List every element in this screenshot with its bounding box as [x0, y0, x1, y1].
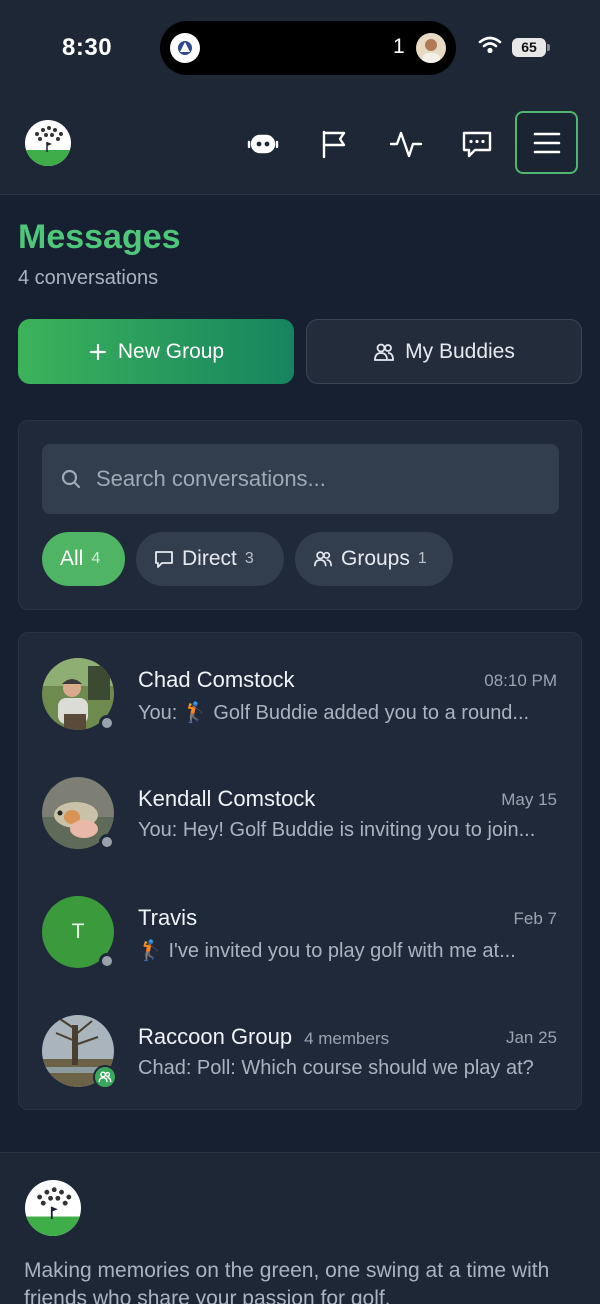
conversation-name: Chad Comstock [138, 667, 295, 692]
presence-dot [99, 834, 115, 850]
filter-direct-label: Direct [182, 547, 237, 570]
filter-direct-chip[interactable]: Direct 3 [136, 532, 284, 586]
filter-direct-count: 3 [244, 550, 254, 567]
member-count: 4 members [304, 1029, 390, 1048]
filter-all-count: 4 [91, 550, 101, 567]
conversation-preview: 🏌 I've invited you to play golf with me … [138, 940, 516, 962]
filter-groups-label: Groups [341, 547, 410, 570]
search-placeholder: Search conversations... [96, 466, 326, 491]
status-bar: 8:30 1 65 [0, 0, 600, 95]
app-icon [170, 33, 200, 63]
search-input[interactable]: Search conversations... [42, 444, 559, 514]
conversation-preview: You: Hey! Golf Buddie is inviting you to… [138, 819, 536, 841]
filter-panel: Search conversations... All 4 Direct 3 G… [18, 420, 582, 610]
activity-icon[interactable] [380, 118, 432, 170]
conversation-name: Raccoon Group 4 members [138, 1024, 390, 1049]
live-activity-count: 1 [393, 35, 405, 58]
my-buddies-label: My Buddies [405, 339, 515, 363]
filter-all-chip[interactable]: All 4 [42, 532, 125, 586]
dynamic-island[interactable]: 1 [160, 21, 456, 75]
conversation-item[interactable]: Raccoon Group 4 members Jan 25 Chad: Poll… [19, 990, 581, 1109]
users-icon [374, 343, 395, 361]
conversation-item[interactable]: Kendall Comstock May 15 You: Hey! Golf B… [19, 752, 581, 871]
conversation-list: Chad Comstock 08:10 PM You: 🏌 Golf Buddi… [18, 632, 582, 1110]
search-icon [61, 469, 81, 489]
chat-icon[interactable] [451, 118, 503, 170]
conversation-name: Travis [138, 905, 198, 930]
new-group-label: New Group [117, 339, 225, 363]
my-buddies-button[interactable]: My Buddies [306, 319, 582, 384]
conversation-name: Kendall Comstock [138, 786, 316, 811]
conversation-item[interactable]: T Travis Feb 7 🏌 I've invited you to pla… [19, 871, 581, 990]
presence-dot [99, 953, 115, 969]
live-activity-avatar [416, 33, 446, 63]
conversation-time: Jan 25 [505, 1028, 557, 1047]
menu-icon [533, 132, 560, 153]
golf-logo-icon[interactable] [25, 120, 71, 166]
robot-icon[interactable] [237, 118, 289, 170]
flag-icon[interactable] [308, 118, 360, 170]
conversation-time: 08:10 PM [484, 671, 557, 690]
menu-button[interactable] [515, 111, 578, 174]
golf-logo-icon [25, 1180, 81, 1236]
conversation-preview: Chad: Poll: Which course should we play … [138, 1057, 534, 1079]
conversation-preview: You: 🏌 Golf Buddie added you to a round.… [138, 702, 530, 724]
group-icon [314, 551, 332, 567]
conversation-count: 4 conversations [18, 267, 159, 289]
conversation-time: May 15 [501, 790, 557, 809]
filter-groups-count: 1 [417, 550, 427, 567]
group-badge-icon [93, 1065, 117, 1089]
wifi-icon [478, 36, 502, 54]
presence-dot [99, 715, 115, 731]
battery-icon [547, 44, 550, 51]
new-group-button[interactable]: New Group [18, 319, 294, 384]
app-header [0, 95, 600, 195]
page-title: Messages [18, 218, 181, 256]
footer-tagline: Making memories on the green, one swing … [24, 1259, 550, 1304]
plus-icon [89, 343, 106, 360]
chat-bubble-icon [155, 551, 173, 568]
filter-groups-chip[interactable]: Groups 1 [295, 532, 453, 586]
battery-level: 65 [512, 38, 546, 57]
conversation-item[interactable]: Chad Comstock 08:10 PM You: 🏌 Golf Buddi… [19, 633, 581, 752]
conversation-time: Feb 7 [513, 909, 557, 928]
filter-all-label: All [60, 547, 84, 570]
footer: Making memories on the green, one swing … [0, 1152, 600, 1304]
status-time: 8:30 [62, 34, 113, 61]
